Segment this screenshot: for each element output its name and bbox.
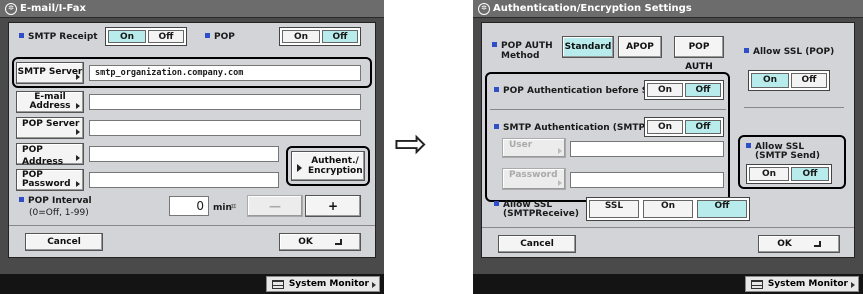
- pop-before-sending-off-button[interactable]: Off: [685, 83, 721, 97]
- smtp-receipt-label: SMTP Receipt: [19, 32, 98, 42]
- panel-title-bar: ✲ E-mail/I-Fax: [0, 0, 384, 18]
- pop-password-button[interactable]: POP Password: [16, 169, 84, 191]
- allow-ssl-pop-label: Allow SSL (POP): [744, 47, 834, 57]
- receive-off-button[interactable]: Off: [697, 200, 747, 218]
- pop-off-button[interactable]: Off: [322, 30, 358, 43]
- settings-icon: ✲: [5, 3, 17, 15]
- monitor-icon: [271, 280, 284, 289]
- authent-encryption-button[interactable]: Authent./ Encryption: [291, 151, 365, 181]
- allow-ssl-pop-on-button[interactable]: On: [751, 73, 789, 88]
- smtp-auth-on-button[interactable]: On: [647, 120, 683, 134]
- allow-ssl-smtp-send-label: Allow SSL (SMTP Send): [746, 143, 825, 161]
- pop-on-button[interactable]: On: [282, 30, 320, 43]
- plus-button[interactable]: +: [305, 195, 361, 217]
- smtp-receipt-on-button[interactable]: On: [108, 30, 146, 43]
- transition-arrow-icon: ⇨: [394, 121, 428, 167]
- allow-ssl-pop-off-button[interactable]: Off: [791, 73, 827, 88]
- cancel-button[interactable]: Cancel: [498, 235, 576, 253]
- panel-title: E-mail/I-Fax: [20, 3, 86, 14]
- method-pop-auth-button[interactable]: POP AUTH: [674, 36, 724, 72]
- smtp-server-field[interactable]: smtp_organization.company.com: [89, 65, 361, 81]
- password-field[interactable]: [570, 172, 724, 188]
- pop-interval-value[interactable]: 0: [169, 196, 209, 216]
- panel-body: POP AUTH Method Standard APOP POP AUTH A…: [481, 22, 855, 258]
- method-standard-button[interactable]: Standard: [562, 36, 614, 58]
- smtp-receipt-toggle: On Off: [105, 27, 187, 46]
- system-monitor-button[interactable]: System Monitor: [265, 276, 380, 292]
- user-button[interactable]: User: [502, 138, 566, 158]
- minus-button[interactable]: —: [247, 195, 303, 217]
- allow-ssl-smtp-send-toggle: On Off: [746, 164, 832, 184]
- divider: [9, 225, 375, 226]
- password-button[interactable]: Password: [502, 168, 566, 190]
- ok-button[interactable]: OK: [279, 233, 361, 251]
- auth-encryption-panel: ✲ Authentication/Encryption Settings POP…: [473, 0, 863, 294]
- pop-interval-range: (0=Off, 1-99): [29, 208, 89, 218]
- pop-interval-label: POP Interval: [19, 196, 92, 206]
- pop-address-button[interactable]: POP Address: [16, 143, 84, 167]
- allow-ssl-smtp-send-on-button[interactable]: On: [749, 167, 789, 181]
- pop-password-field[interactable]: [89, 172, 279, 188]
- user-field[interactable]: [570, 141, 724, 157]
- pop-auth-method-label: POP AUTH Method: [492, 41, 557, 61]
- pop-before-sending-on-button[interactable]: On: [647, 83, 683, 97]
- panel-body: SMTP Receipt On Off POP On Off SMTP Serv…: [8, 22, 376, 258]
- return-icon: [334, 239, 342, 245]
- pop-interval-unit: min: [213, 203, 232, 213]
- smtp-auth-off-button[interactable]: Off: [685, 120, 721, 134]
- pop-before-sending-toggle: On Off: [644, 80, 724, 100]
- divider: [482, 227, 854, 228]
- pop-label: POP: [205, 32, 235, 42]
- method-apop-button[interactable]: APOP: [618, 36, 662, 58]
- pop-address-field[interactable]: [89, 146, 279, 162]
- smtp-receipt-off-button[interactable]: Off: [148, 30, 184, 43]
- email-ifax-panel: ✲ E-mail/I-Fax SMTP Receipt On Off POP O…: [0, 0, 384, 294]
- pop-server-button[interactable]: POP Server: [16, 117, 84, 139]
- return-icon: [813, 241, 821, 247]
- smtp-auth-toggle: On Off: [644, 117, 724, 137]
- divider: [744, 107, 844, 108]
- ok-button[interactable]: OK: [758, 235, 840, 253]
- pop-server-field[interactable]: [89, 120, 361, 136]
- smtp-server-button[interactable]: SMTP Server: [16, 62, 84, 84]
- settings-icon: ✲: [478, 3, 490, 15]
- email-address-field[interactable]: [89, 94, 361, 110]
- keypad-icon: ⌗: [231, 202, 237, 212]
- allow-ssl-pop-toggle: On Off: [748, 70, 830, 91]
- pop-toggle: On Off: [279, 27, 361, 46]
- receive-on-button[interactable]: On: [643, 200, 693, 218]
- allow-ssl-smtp-receive-label: Allow SSL (SMTPReceive): [494, 201, 579, 219]
- monitor-icon: [750, 280, 763, 289]
- allow-ssl-smtp-send-off-button[interactable]: Off: [791, 167, 829, 181]
- allow-ssl-smtp-receive-toggle: SSL On Off: [586, 197, 750, 221]
- system-monitor-button[interactable]: System Monitor: [744, 276, 859, 292]
- arrow-right-icon: [297, 164, 302, 172]
- panel-title-bar: ✲ Authentication/Encryption Settings: [473, 0, 863, 18]
- receive-ssl-button[interactable]: SSL: [589, 200, 639, 218]
- panel-title: Authentication/Encryption Settings: [493, 3, 692, 14]
- email-address-button[interactable]: E-mail Address: [16, 91, 84, 113]
- divider: [490, 109, 726, 110]
- cancel-button[interactable]: Cancel: [25, 233, 103, 251]
